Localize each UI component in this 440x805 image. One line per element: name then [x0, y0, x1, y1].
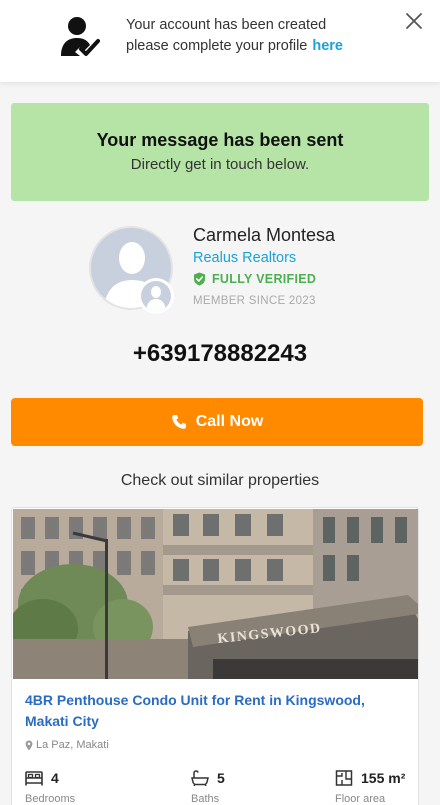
- bedrooms-label: Bedrooms: [25, 793, 76, 805]
- message-sent-subtitle: Directly get in touch below.: [130, 156, 310, 173]
- account-notice: Your account has been created please com…: [0, 0, 440, 82]
- member-since: MEMBER SINCE 2023: [193, 295, 316, 307]
- notice-line-2: please complete your profile here: [126, 36, 343, 57]
- verified-label: FULLY VERIFIED: [212, 272, 317, 286]
- location-text: La Paz, Makati: [36, 739, 109, 751]
- close-icon[interactable]: [404, 11, 424, 31]
- property-photo: KINGSWOOD: [13, 509, 418, 679]
- baths-value: 5: [217, 770, 225, 786]
- small-person-icon: [146, 286, 166, 311]
- notice-line-1: Your account has been created: [126, 17, 327, 33]
- verified-badge: FULLY VERIFIED: [193, 272, 316, 286]
- bathtub-icon: [191, 770, 209, 786]
- feature-baths: 5 Baths: [191, 770, 225, 805]
- similar-properties-heading: Check out similar properties: [120, 472, 320, 489]
- floor-area-value: 155 m²: [361, 770, 406, 786]
- call-now-label: Call Now: [195, 413, 264, 430]
- property-card[interactable]: KINGSWOOD 4BR Penthouse Condo Unit for R…: [11, 507, 419, 805]
- agent-name: Carmela Montesa: [193, 225, 336, 245]
- user-check-icon: [61, 17, 100, 56]
- feature-bedrooms: 4 Bedrooms: [25, 770, 75, 805]
- bedrooms-value: 4: [51, 770, 59, 786]
- complete-profile-link[interactable]: here: [312, 38, 343, 54]
- agent-company-link[interactable]: Realus Realtors: [193, 250, 296, 266]
- floor-plan-icon: [335, 770, 353, 786]
- message-sent-title: Your message has been sent: [96, 130, 344, 150]
- notice-text: Your account has been created please com…: [126, 15, 343, 57]
- property-title-link[interactable]: 4BR Penthouse Condo Unit for Rent in Kin…: [25, 690, 405, 732]
- notice-line-2-text: please complete your profile: [126, 38, 308, 54]
- property-location: La Paz, Makati: [25, 739, 109, 751]
- floor-area-label: Floor area: [335, 793, 386, 805]
- bed-icon: [25, 771, 43, 786]
- call-now-button[interactable]: Call Now: [11, 398, 423, 446]
- map-pin-icon: [25, 740, 33, 750]
- phone-icon: [171, 415, 186, 429]
- avatar-badge: [138, 278, 174, 314]
- baths-label: Baths: [191, 793, 220, 805]
- feature-floor-area: 155 m² Floor area: [335, 770, 405, 805]
- shield-check-icon: [194, 272, 205, 286]
- agent-phone-number: +639178882243: [132, 340, 308, 367]
- message-sent-banner: Your message has been sent Directly get …: [11, 103, 429, 201]
